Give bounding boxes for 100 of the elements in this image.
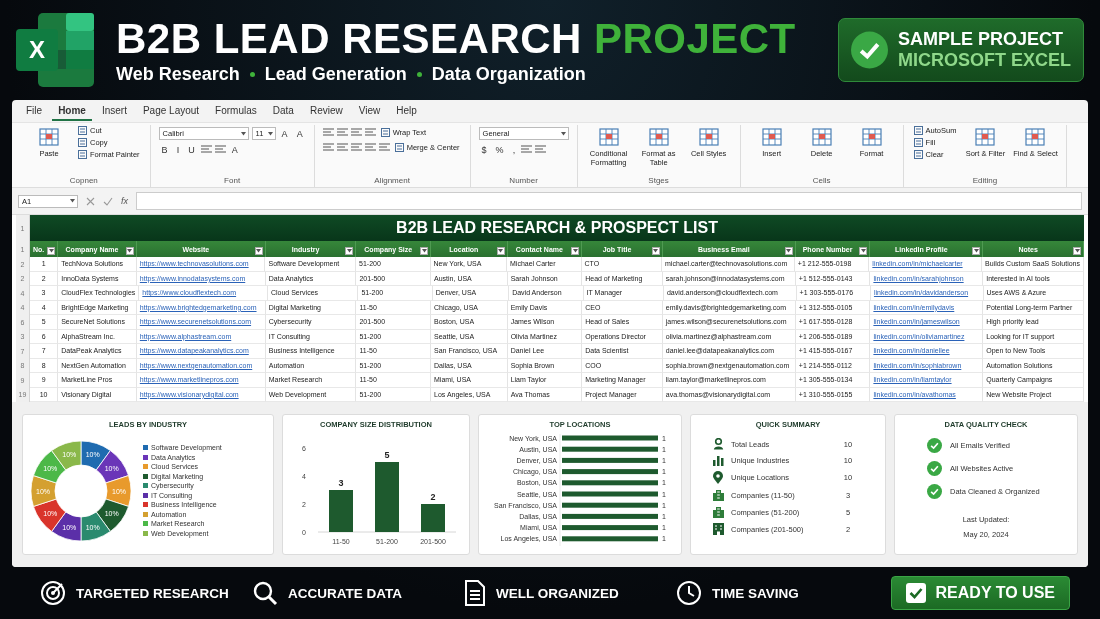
- lines-icon[interactable]: [214, 144, 226, 155]
- filter-button[interactable]: [1073, 247, 1081, 255]
- grid-icon: [861, 127, 882, 147]
- toolbar-button[interactable]: I: [173, 144, 183, 155]
- square-icon: [913, 138, 923, 147]
- menu-tab[interactable]: Review: [303, 101, 349, 121]
- banner-subtitle: Data Organization: [431, 63, 586, 85]
- ribbon-group-label: Font: [223, 176, 242, 187]
- menu-tab[interactable]: Formulas: [209, 101, 263, 121]
- menu-tab[interactable]: Help: [390, 101, 423, 121]
- toolbar-button[interactable]: %: [492, 144, 507, 155]
- dot-icon: [249, 71, 255, 77]
- target-icon: [40, 580, 66, 606]
- lines-icon[interactable]: [336, 142, 348, 153]
- cancel-icon[interactable]: [86, 196, 95, 206]
- ribbon-group-label: Cells: [811, 176, 832, 187]
- ribbon-group-label: Number: [508, 176, 539, 187]
- filter-button[interactable]: [571, 247, 580, 255]
- grid-icon: [975, 127, 996, 147]
- caret-icon: [653, 249, 659, 253]
- insert-function-button[interactable]: fx: [121, 196, 128, 206]
- ready-to-use-button[interactable]: READY TO USE: [890, 576, 1070, 610]
- lines-icon[interactable]: [364, 142, 376, 153]
- location-pin-icon: [713, 471, 723, 484]
- menu-tab[interactable]: File: [20, 101, 49, 121]
- data-label: 5: [384, 450, 390, 460]
- banner-title: B2B LEAD RESEARCH: [116, 15, 582, 62]
- check-icon[interactable]: [103, 196, 113, 206]
- badge-title: SAMPLE PROJECT: [898, 29, 1064, 50]
- caret-icon: [973, 249, 979, 253]
- ribbon-group-label: Alignment: [373, 176, 411, 187]
- badge-subtitle: MICROSOFT EXCEL: [898, 50, 1071, 71]
- menu-tab[interactable]: Data: [266, 101, 300, 121]
- building-icon: [713, 523, 724, 535]
- square-icon: [913, 150, 923, 159]
- lines-icon[interactable]: [322, 142, 334, 153]
- menu-tab[interactable]: View: [352, 101, 387, 121]
- square-icon: [380, 128, 390, 137]
- lines-icon[interactable]: [521, 144, 533, 155]
- toolbar-button[interactable]: A: [228, 144, 241, 155]
- menu-tab[interactable]: Page Layout: [136, 101, 206, 121]
- feature-label: ACCURATE DATA: [288, 585, 402, 601]
- checkbox-icon: [905, 583, 926, 603]
- toolbar-button[interactable]: U: [185, 144, 198, 155]
- filter-button[interactable]: [651, 247, 660, 255]
- bar: [329, 490, 353, 532]
- feature-label: TARGETED RESEARCH: [76, 585, 229, 601]
- menu-tab[interactable]: Insert: [95, 101, 133, 121]
- lines-icon[interactable]: [364, 127, 376, 138]
- caret-icon: [421, 249, 427, 253]
- lines-icon[interactable]: [378, 142, 390, 153]
- bar: [421, 504, 445, 532]
- caret-icon: [256, 249, 262, 253]
- caret-icon: [786, 249, 792, 253]
- clock-icon: [676, 580, 702, 606]
- feature-label: WELL ORGANIZED: [496, 585, 619, 601]
- filter-button[interactable]: [496, 247, 505, 255]
- grid-icon: [698, 127, 719, 147]
- filter-button[interactable]: [254, 247, 263, 255]
- ribbon-group-label: Copnen: [68, 176, 99, 187]
- caret-icon: [70, 199, 75, 203]
- grid-icon: [648, 127, 669, 147]
- filter-button[interactable]: [125, 247, 134, 255]
- grid-icon: [1025, 127, 1046, 147]
- square-icon: [913, 126, 923, 135]
- filter-button[interactable]: [972, 247, 981, 255]
- banner-title-accent: PROJECT: [593, 15, 796, 62]
- grid-icon: [598, 127, 619, 147]
- square-icon: [78, 126, 87, 135]
- filter-button[interactable]: [420, 247, 429, 255]
- caret-icon: [127, 249, 133, 253]
- lines-icon[interactable]: [200, 144, 212, 155]
- toolbar-button[interactable]: ,: [509, 144, 519, 155]
- check-circle-icon: [851, 31, 888, 69]
- square-icon: [78, 138, 87, 147]
- caret-icon: [240, 131, 246, 136]
- lines-icon[interactable]: [350, 142, 362, 153]
- bar-chart-icon: [713, 455, 724, 466]
- lines-icon[interactable]: [535, 144, 547, 155]
- building-icon: [713, 506, 724, 518]
- filter-button[interactable]: [859, 247, 868, 255]
- caret-icon: [346, 249, 352, 253]
- toolbar-button[interactable]: B: [158, 144, 171, 155]
- toolbar-button[interactable]: $: [478, 144, 490, 155]
- menu-tab[interactable]: Home: [52, 101, 92, 121]
- banner-subtitle: Web Research: [116, 63, 240, 85]
- lines-icon[interactable]: [336, 127, 348, 138]
- building-icon: [713, 489, 724, 501]
- toolbar-button[interactable]: A: [293, 128, 306, 139]
- filter-button[interactable]: [784, 247, 793, 255]
- formula-input-field[interactable]: [136, 192, 1082, 210]
- person-icon: [713, 438, 724, 450]
- caret-icon: [560, 131, 566, 136]
- lines-icon[interactable]: [322, 127, 334, 138]
- data-label: 3: [338, 478, 344, 488]
- filter-button[interactable]: [47, 247, 56, 255]
- toolbar-button[interactable]: A: [278, 128, 291, 139]
- lines-icon[interactable]: [350, 127, 362, 138]
- filter-button[interactable]: [345, 247, 354, 255]
- caret-icon: [860, 249, 866, 253]
